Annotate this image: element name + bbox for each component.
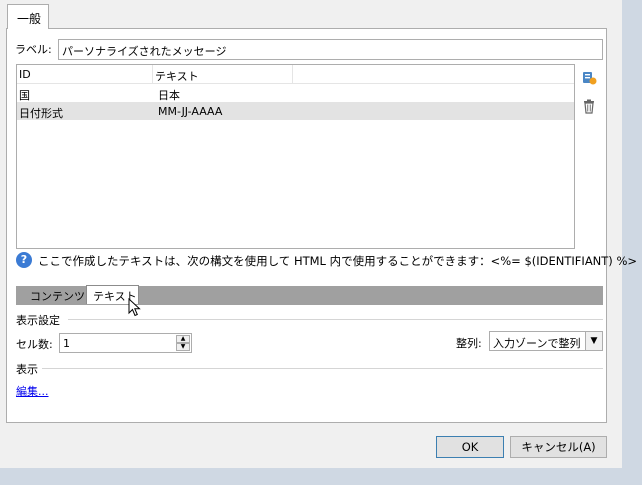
cells-label: セル数: <box>16 338 53 351</box>
spin-down-icon[interactable]: ▼ <box>176 343 190 351</box>
row-id: 日付形式 <box>19 107 63 120</box>
text-table[interactable]: ID テキスト 国 日本 日付形式 MM-JJ-AAAA <box>16 64 575 249</box>
info-text: ここで作成したテキストは、次の構文を使用して HTML 内で使用することができま… <box>38 254 638 268</box>
row-id: 国 <box>19 89 30 102</box>
ok-button[interactable]: OK <box>436 436 504 458</box>
align-label: 整列: <box>456 337 482 350</box>
delete-icon[interactable] <box>581 98 597 114</box>
display-heading: 表示 <box>16 363 38 376</box>
section-divider <box>42 368 603 369</box>
cells-stepper[interactable]: 1 ▲ ▼ <box>59 333 192 353</box>
window-border-bottom <box>0 468 642 485</box>
column-header-id[interactable]: ID <box>19 68 31 81</box>
edit-link[interactable]: 編集... <box>16 383 49 399</box>
cancel-button[interactable]: キャンセル(A) <box>510 436 607 458</box>
row-text: MM-JJ-AAAA <box>158 105 223 118</box>
section-divider <box>68 319 603 320</box>
display-settings-heading: 表示設定 <box>16 314 60 327</box>
label-input[interactable]: パーソナライズされたメッセージ <box>58 39 603 60</box>
table-row[interactable]: 国 日本 <box>17 84 574 102</box>
tab-content[interactable]: コンテンツ <box>30 288 85 304</box>
help-icon: ? <box>16 252 32 268</box>
mouse-cursor <box>128 297 142 321</box>
row-text: 日本 <box>158 89 180 102</box>
chevron-down-icon[interactable]: ▼ <box>585 332 602 350</box>
spin-up-icon[interactable]: ▲ <box>176 335 190 343</box>
column-header-text[interactable]: テキスト <box>155 68 199 84</box>
align-select[interactable]: 入力ゾーンで整列 ▼ <box>489 331 603 351</box>
cells-value: 1 <box>63 337 70 350</box>
align-value: 入力ゾーンで整列 <box>493 337 581 350</box>
column-divider[interactable] <box>292 65 293 83</box>
table-header: ID テキスト <box>17 65 574 84</box>
add-icon[interactable] <box>581 69 597 85</box>
tab-general[interactable]: 一般 <box>7 4 49 29</box>
table-row[interactable]: 日付形式 MM-JJ-AAAA <box>17 102 574 120</box>
window-border-right <box>622 0 642 485</box>
column-divider[interactable] <box>152 65 153 83</box>
tab-general-label: 一般 <box>17 12 42 26</box>
label-field-label: ラベル: <box>15 43 52 56</box>
